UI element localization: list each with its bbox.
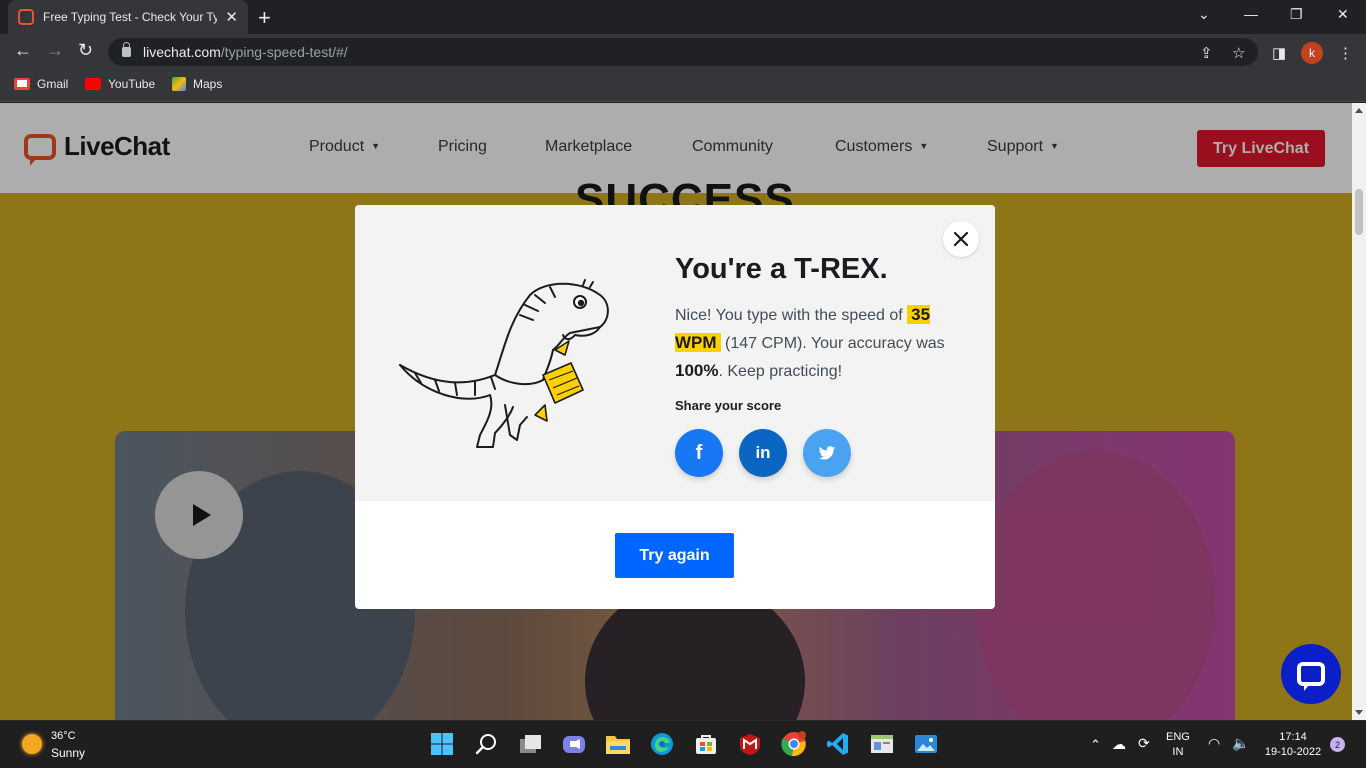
result-modal: You're a T-REX. Nice! You type with the … [355,205,995,609]
trex-illustration [399,279,609,448]
onedrive-icon[interactable]: ☁ [1112,736,1126,753]
lang-top: ENG [1166,731,1190,743]
tab-title: Free Typing Test - Check Your Typing Spe… [43,10,218,24]
close-modal-button[interactable] [943,221,979,257]
file-explorer-icon[interactable] [605,731,631,757]
store-icon[interactable] [693,731,719,757]
language-indicator[interactable]: ENG IN [1166,731,1190,758]
result-text-part: (147 CPM). Your accuracy was [720,335,945,352]
bookmark-youtube[interactable]: YouTube [85,77,155,91]
new-tab-icon[interactable]: + [258,5,271,31]
menu-icon[interactable]: ⋮ [1338,44,1353,62]
share-label: Share your score [675,398,782,413]
twitter-icon [818,445,836,460]
wifi-icon[interactable]: ◠ [1208,735,1220,752]
accuracy-value: 100% [675,361,719,380]
forward-icon[interactable]: → [46,40,64,61]
windows-taskbar: 36°C Sunny ⌃ ☁ ⟳ ENG IN ◠ 🔈 17:14 19-10-… [0,720,1366,768]
task-view-icon[interactable] [517,731,543,757]
chat-widget-button[interactable] [1281,644,1341,704]
vscode-icon[interactable] [825,731,851,757]
close-window-icon[interactable]: ✕ [1337,6,1349,23]
chrome-icon[interactable] [781,731,807,757]
livechat-favicon-icon [18,9,34,25]
linkedin-icon: in [755,443,771,462]
url-host: livechat.com [143,44,221,60]
profile-avatar[interactable]: k [1301,42,1323,64]
url-path: /typing-speed-test/#/ [220,44,348,60]
share-linkedin-button[interactable]: in [739,429,787,477]
volume-icon[interactable]: 🔈 [1232,735,1249,752]
address-bar[interactable]: livechat.com/typing-speed-test/#/ [108,38,1258,66]
browser-toolbar: ← → ↻ livechat.com/typing-speed-test/#/ … [0,34,1366,70]
result-title: You're a T-REX. [675,253,888,285]
try-again-button[interactable]: Try again [615,533,734,578]
browser-tabbar: Free Typing Test - Check Your Typing Spe… [0,0,1366,34]
share-twitter-button[interactable] [803,429,851,477]
bookmark-label: YouTube [108,77,156,91]
lock-icon [122,42,131,57]
weather-temp[interactable]: 36°C [51,730,76,742]
teams-chat-icon[interactable] [561,731,587,757]
maps-icon [172,77,186,91]
bookmark-label: Maps [193,77,223,91]
close-icon [953,231,969,247]
bookmarks-bar: Gmail YouTube Maps [0,70,1366,102]
clock-time: 17:14 [1279,731,1307,743]
chevron-up-icon[interactable]: ⌃ [1090,737,1101,753]
notification-badge[interactable]: 2 [1330,737,1345,752]
tab-search-icon[interactable]: ⌄ [1198,6,1210,23]
clock[interactable]: 17:14 19-10-2022 [1262,731,1324,758]
youtube-icon [85,78,101,90]
minimize-icon[interactable]: — [1244,6,1258,22]
start-icon[interactable] [429,731,455,757]
mcafee-icon[interactable] [737,731,763,757]
result-text-part: . Keep practicing! [718,363,843,380]
gmail-icon [14,78,30,90]
clock-date: 19-10-2022 [1264,746,1322,758]
close-tab-icon[interactable]: ✕ [225,8,238,26]
reload-icon[interactable]: ↻ [78,40,93,61]
scroll-up-icon[interactable] [1355,108,1363,113]
restore-icon[interactable]: ❐ [1290,6,1303,23]
bookmark-maps[interactable]: Maps [172,77,222,91]
chat-icon [1297,662,1325,691]
edge-icon[interactable] [649,731,675,757]
browser-tab[interactable]: Free Typing Test - Check Your Typing Spe… [8,0,248,34]
weather-desc[interactable]: Sunny [51,746,85,760]
page-scrollbar[interactable] [1352,103,1366,720]
facebook-icon: f [695,441,703,464]
bookmark-gmail[interactable]: Gmail [14,77,68,91]
photos-icon[interactable] [913,731,939,757]
lang-bottom: IN [1172,746,1184,758]
app-window-icon[interactable] [869,731,895,757]
side-panel-icon[interactable]: ◨ [1272,44,1286,62]
sun-icon[interactable] [22,734,42,754]
share-facebook-button[interactable]: f [675,429,723,477]
result-text: Nice! You type with the speed of 35 WPM … [675,301,965,385]
bookmark-label: Gmail [37,77,69,91]
back-icon[interactable]: ← [14,40,32,61]
share-icon[interactable]: ⇪ [1200,44,1213,62]
search-icon[interactable] [473,731,499,757]
scroll-down-icon[interactable] [1355,710,1363,715]
page-viewport: LiveChat Product ▼ Pricing Marketplace Co… [0,103,1352,720]
result-text-part: Nice! You type with the speed of [675,307,908,324]
bookmark-star-icon[interactable]: ☆ [1232,44,1245,62]
sync-icon[interactable]: ⟳ [1138,735,1150,752]
scroll-thumb[interactable] [1355,189,1363,235]
